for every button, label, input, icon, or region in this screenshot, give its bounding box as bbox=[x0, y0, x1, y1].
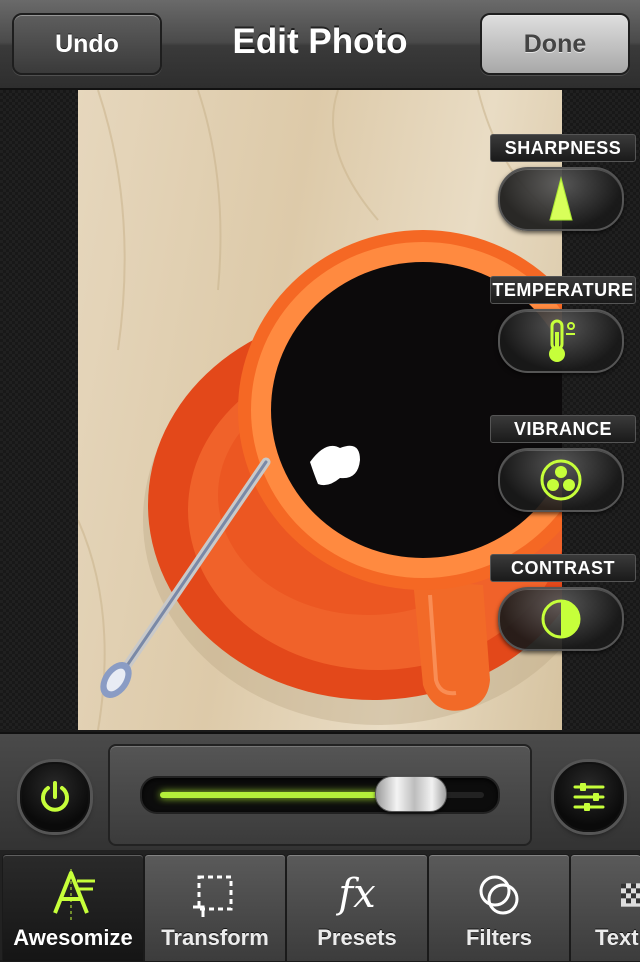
tab-awesomize[interactable]: Awesomize bbox=[2, 854, 144, 962]
svg-text:fx: fx bbox=[335, 871, 375, 917]
filters-icon bbox=[479, 875, 519, 915]
vibrance-icon bbox=[540, 459, 582, 501]
control-bar bbox=[0, 732, 640, 852]
photo[interactable] bbox=[78, 90, 562, 730]
navigation-bar: Undo Edit Photo Done bbox=[0, 0, 640, 90]
undo-button[interactable]: Undo bbox=[12, 13, 162, 75]
tab-transform-label: Transform bbox=[161, 925, 269, 950]
thermometer-icon bbox=[549, 319, 575, 362]
temperature-label: TEMPERATURE bbox=[490, 276, 636, 304]
sliders-icon bbox=[573, 783, 605, 811]
tab-filters-label: Filters bbox=[465, 925, 533, 950]
contrast-icon bbox=[541, 599, 581, 639]
tab-filters[interactable]: Filters bbox=[428, 854, 570, 962]
vibrance-button[interactable] bbox=[498, 448, 624, 512]
adjustments-menu-button[interactable] bbox=[554, 762, 624, 832]
tab-transform[interactable]: Transform bbox=[144, 854, 286, 962]
power-icon bbox=[41, 781, 69, 812]
sharpness-button[interactable] bbox=[498, 167, 624, 231]
text-icon bbox=[621, 883, 640, 907]
slider-thumb[interactable] bbox=[374, 776, 447, 812]
tab-awesomize-label: Awesomize bbox=[13, 925, 133, 950]
page-title: Edit Photo bbox=[232, 22, 408, 61]
fx-icon: fx bbox=[335, 871, 375, 917]
tab-text[interactable]: Text bbox=[570, 854, 640, 962]
crop-icon bbox=[193, 875, 233, 917]
sharpness-label: SHARPNESS bbox=[490, 134, 636, 162]
done-button[interactable]: Done bbox=[480, 13, 630, 75]
tab-presets-label: Presets bbox=[317, 925, 397, 950]
tool-tab-bar: Awesomize Transform fx Presets Filters T… bbox=[0, 850, 640, 962]
sharpness-icon bbox=[549, 176, 573, 221]
intensity-slider[interactable] bbox=[140, 776, 500, 814]
awesomize-icon bbox=[53, 869, 95, 921]
tab-presets[interactable]: fx Presets bbox=[286, 854, 428, 962]
vibrance-label: VIBRANCE bbox=[490, 415, 636, 443]
contrast-label: CONTRAST bbox=[490, 554, 636, 582]
tab-text-label: Text bbox=[595, 925, 639, 950]
temperature-button[interactable] bbox=[498, 309, 624, 373]
photo-canvas: SHARPNESS TEMPERATURE VIBRANCE CONTRAST bbox=[0, 90, 640, 730]
contrast-button[interactable] bbox=[498, 587, 624, 651]
coffee-cup-image bbox=[78, 90, 562, 730]
slider-panel bbox=[108, 744, 532, 846]
power-toggle-button[interactable] bbox=[20, 762, 90, 832]
slider-fill bbox=[160, 792, 410, 798]
